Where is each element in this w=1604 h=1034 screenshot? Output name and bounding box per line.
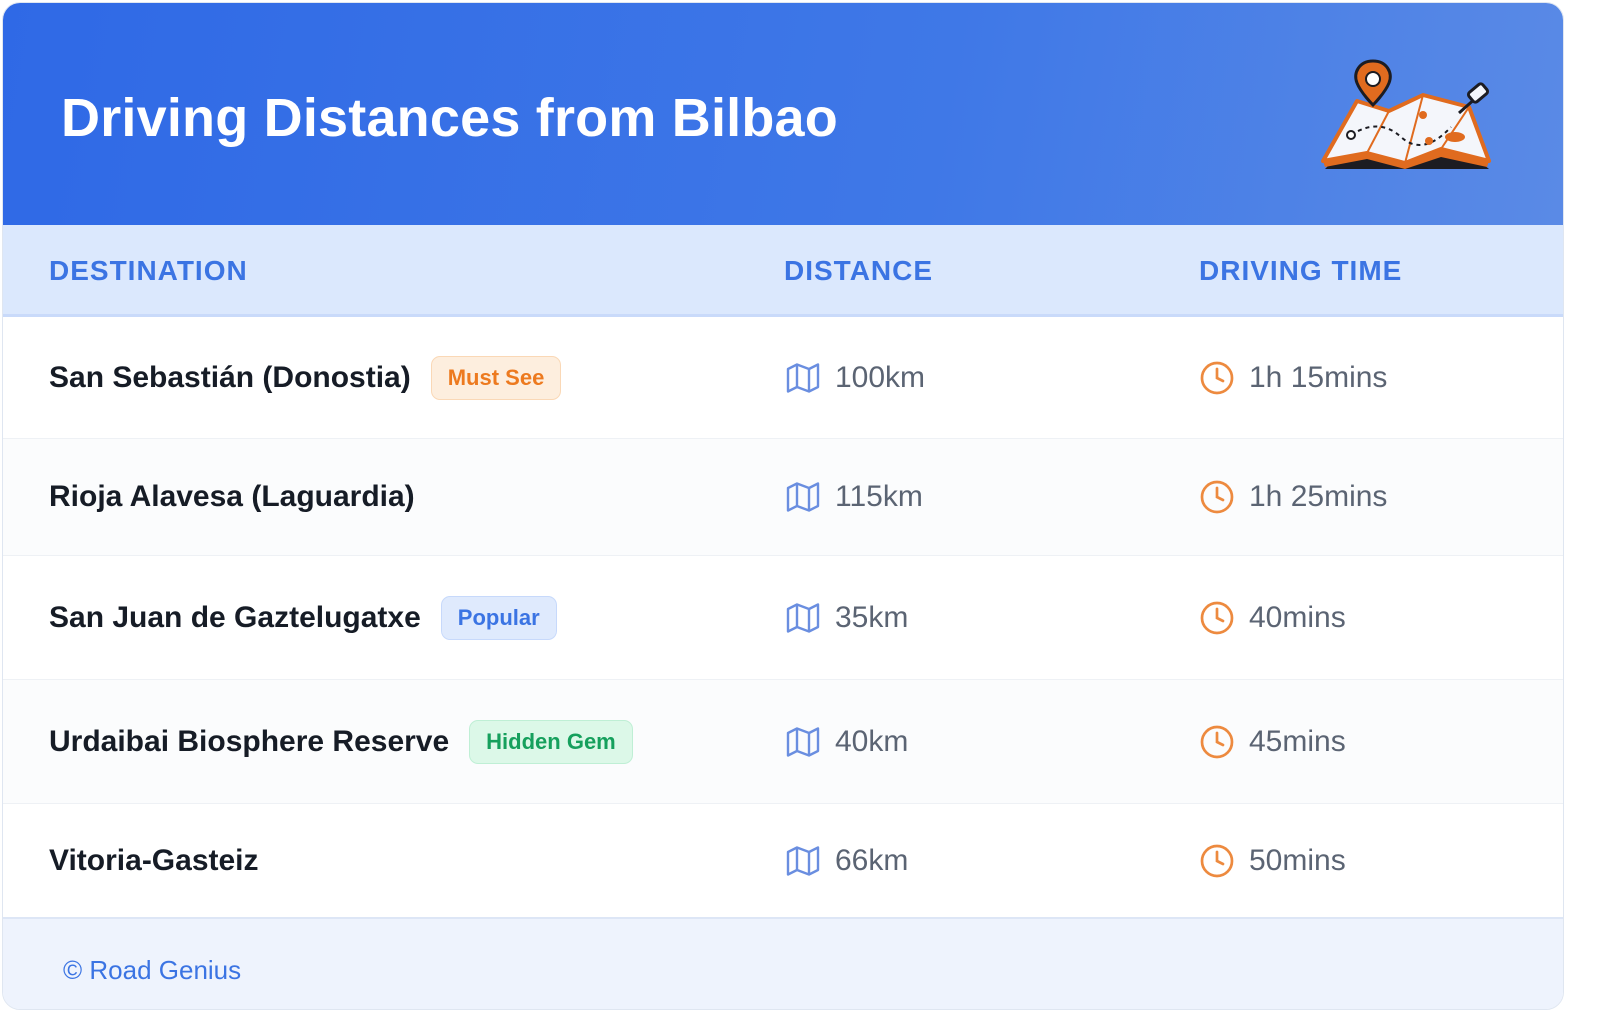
map-icon xyxy=(786,726,820,757)
distance-cell: 115km xyxy=(785,479,923,515)
column-header-distance: DISTANCE xyxy=(784,255,934,286)
destination-name: Urdaibai Biosphere Reserve xyxy=(49,724,450,758)
time-cell: 40mins xyxy=(1199,600,1346,636)
destination-cell: San Juan de Gaztelugatxe Popular xyxy=(49,595,557,640)
destination-name: San Sebastián (Donostia) xyxy=(49,360,411,394)
distance-cell: 40km xyxy=(785,724,908,760)
card-header: Driving Distances from Bilbao xyxy=(3,3,1563,225)
destination-cell: San Sebastián (Donostia) Must See xyxy=(49,355,562,400)
clock-icon xyxy=(1200,361,1234,394)
destination-cell: Rioja Alavesa (Laguardia) xyxy=(49,480,415,514)
table-row: Rioja Alavesa (Laguardia) 115km 1h 25min… xyxy=(3,439,1563,556)
driving-time-value: 40mins xyxy=(1249,600,1346,634)
distance-card: Driving Distances from Bilbao DESTINATIO… xyxy=(2,2,1564,1010)
destination-cell: Vitoria-Gasteiz xyxy=(49,844,259,878)
popular-badge: Popular xyxy=(440,595,557,640)
column-header-driving-time: DRIVING TIME xyxy=(1199,255,1403,286)
driving-time-value: 50mins xyxy=(1249,843,1346,877)
distance-value: 66km xyxy=(835,843,909,877)
time-cell: 45mins xyxy=(1199,724,1346,760)
must-see-badge: Must See xyxy=(430,355,562,400)
page-title: Driving Distances from Bilbao xyxy=(61,88,838,148)
distance-value: 35km xyxy=(835,600,909,634)
clock-icon xyxy=(1200,725,1234,758)
time-cell: 1h 25mins xyxy=(1199,479,1387,515)
map-pin-icon xyxy=(1321,59,1491,169)
destination-name: Vitoria-Gasteiz xyxy=(49,843,259,877)
clock-icon xyxy=(1200,601,1234,634)
table-header: DESTINATION DISTANCE DRIVING TIME xyxy=(3,225,1563,317)
table-row: San Sebastián (Donostia) Must See 100km … xyxy=(3,317,1563,439)
table-row: San Juan de Gaztelugatxe Popular 35km 40… xyxy=(3,556,1563,680)
distance-value: 40km xyxy=(835,724,909,758)
destination-name: San Juan de Gaztelugatxe xyxy=(49,600,421,634)
footer-credit: © Road Genius xyxy=(63,955,242,985)
distance-value: 115km xyxy=(835,480,923,513)
distance-value: 100km xyxy=(835,360,926,394)
time-cell: 1h 15mins xyxy=(1199,360,1387,396)
distance-cell: 66km xyxy=(785,843,908,879)
clock-icon xyxy=(1200,844,1234,877)
table-row: Urdaibai Biosphere Reserve Hidden Gem 40… xyxy=(3,680,1563,804)
driving-time-value: 1h 15mins xyxy=(1249,360,1388,394)
table-row: Vitoria-Gasteiz 66km 50mins xyxy=(3,804,1563,917)
distance-cell: 35km xyxy=(785,600,908,636)
driving-time-value: 45mins xyxy=(1249,724,1346,758)
column-header-destination: DESTINATION xyxy=(49,255,248,286)
map-icon xyxy=(786,482,820,512)
map-icon xyxy=(786,362,820,393)
distance-cell: 100km xyxy=(785,360,925,396)
map-icon xyxy=(786,845,820,876)
driving-time-value: 1h 25mins xyxy=(1249,480,1388,513)
time-cell: 50mins xyxy=(1199,843,1346,879)
destination-name: Rioja Alavesa (Laguardia) xyxy=(49,480,415,513)
clock-icon xyxy=(1200,480,1234,514)
map-icon xyxy=(786,602,820,633)
card-footer: © Road Genius xyxy=(3,917,1563,1009)
destination-cell: Urdaibai Biosphere Reserve Hidden Gem xyxy=(49,719,633,764)
hidden-gem-badge: Hidden Gem xyxy=(469,719,633,764)
